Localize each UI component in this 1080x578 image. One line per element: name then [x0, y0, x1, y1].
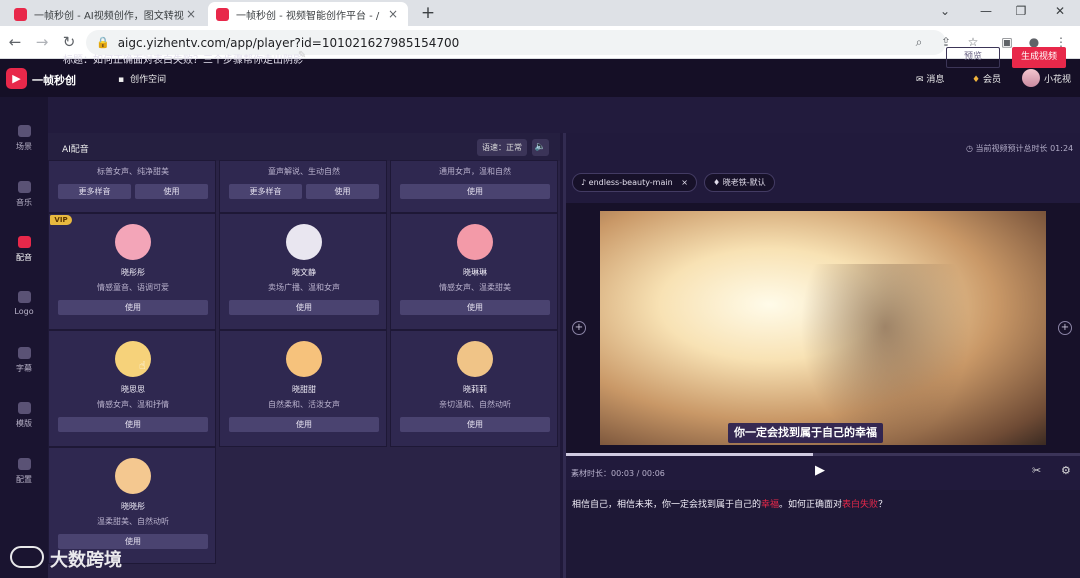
voice-card[interactable]: 晓文静 卖场广播、温和女声 使用 [219, 213, 387, 330]
new-tab-icon[interactable]: + [418, 3, 438, 23]
music-chip-label: endless-beauty-main [588, 178, 673, 187]
music-chip[interactable]: ♪ endless-beauty-main × [572, 173, 697, 192]
voice-desc: 自然柔和、活泼女声 [268, 400, 340, 409]
voice-card[interactable]: ☝ 晓思思 情感女声、温和抒情 使用 [48, 330, 216, 447]
voice-card[interactable]: 晓莉莉 亲切温和、自然动听 使用 [390, 330, 558, 447]
speed-selector[interactable]: 语速：正常 [477, 139, 527, 156]
script-keyword: 表白失败 [842, 500, 879, 510]
voice-desc: 童声解说、生动自然 [268, 167, 340, 176]
close-window-icon[interactable]: ✕ [1050, 4, 1070, 18]
voice-name: 晓甜甜 [292, 385, 316, 394]
voice-desc: 温柔甜美、自然动听 [97, 517, 169, 526]
voice-card[interactable]: 晓彤彤 情感童音、语调可爱 使用 [48, 213, 216, 330]
use-button[interactable]: 使用 [306, 184, 379, 199]
scissors-icon[interactable]: ✂ [1032, 464, 1041, 477]
voice-name: 晓彤彤 [121, 268, 145, 277]
remove-music-icon[interactable]: × [681, 178, 688, 187]
play-icon[interactable]: ▶ [815, 463, 825, 478]
voice-name: 晓文静 [292, 268, 316, 277]
material-duration: 素材时长：00:03 / 00:06 [571, 469, 665, 478]
clock-icon: ◷ [966, 144, 976, 153]
voice-avatar [457, 224, 493, 260]
use-button[interactable]: 使用 [229, 300, 379, 315]
voice-desc: 标普女声、纯净甜美 [97, 167, 169, 176]
voice-desc: 亲切温和、自然动听 [439, 400, 511, 409]
more-samples-button[interactable]: 更多样音 [229, 184, 302, 199]
script-part: 。如何正确面对 [779, 500, 843, 510]
watermark-text: 大数跨境 [50, 550, 122, 571]
site-favicon-icon [14, 7, 27, 21]
restore-icon[interactable]: ❐ [1011, 4, 1031, 18]
workspace: AI配音 语速：正常 🔈 标普女声、纯净甜美 更多样音 使用 童声解说、生动自然… [0, 59, 1080, 578]
voice-desc: 情感女声、温柔甜美 [439, 283, 511, 292]
voice-desc: 卖场广播、温和女声 [268, 283, 340, 292]
video-subtitle: 你一定会找到属于自己的幸福 [728, 423, 883, 443]
browser-tab-bar: 一帧秒创 - AI视频创作，图文转视 × 一帧秒创 - 视频智能创作平台 - /… [0, 0, 1080, 26]
voice-name: 晓晓彤 [121, 502, 145, 511]
browser-tab-1[interactable]: 一帧秒创 - AI视频创作，图文转视 × [6, 2, 206, 26]
use-button[interactable]: 使用 [58, 300, 208, 315]
watermark-logo-icon [10, 546, 44, 568]
browser-tab-2[interactable]: 一帧秒创 - 视频智能创作平台 - / × [208, 2, 408, 26]
voice-avatar [286, 341, 322, 377]
voice-name: 晓琳琳 [463, 268, 487, 277]
forward-icon[interactable]: → [33, 33, 51, 51]
script-keyword: 幸福 [761, 500, 780, 510]
voice-card[interactable]: 晓甜甜 自然柔和、活泼女声 使用 [219, 330, 387, 447]
script-part: 相信自己，相信未来，你一定会找到属于自己的 [572, 500, 762, 510]
voice-avatar [457, 341, 493, 377]
progress-fill [566, 453, 813, 456]
lock-icon: 🔒 [96, 36, 110, 49]
voice-avatar [115, 224, 151, 260]
gear-icon[interactable]: ⚙ [1061, 464, 1071, 477]
voice-name: 晓思思 [121, 385, 145, 394]
voice-chip[interactable]: ♦ 晓老铁-默认 [704, 173, 775, 192]
music-note-icon: ♪ [581, 178, 589, 187]
voice-card: 童声解说、生动自然 更多样音 使用 [219, 160, 387, 213]
close-tab-icon[interactable]: × [386, 7, 400, 21]
use-button[interactable]: 使用 [229, 417, 379, 432]
vip-badge: VIP [50, 215, 72, 225]
voice-chip-label: 晓老铁-默认 [722, 178, 766, 187]
use-button[interactable]: 使用 [58, 417, 208, 432]
script-part: ？ [878, 500, 888, 510]
use-button[interactable]: 使用 [400, 300, 550, 315]
video-couple-silhouette [800, 264, 970, 444]
voice-avatar [286, 224, 322, 260]
site-favicon-icon [216, 7, 229, 21]
estimated-duration: ◷ 当前视频预计总时长 01:24 [966, 143, 1073, 154]
use-button[interactable]: 使用 [400, 417, 550, 432]
voice-desc: 情感童音、语调可爱 [97, 283, 169, 292]
tab-title: 一帧秒创 - AI视频创作，图文转视 [34, 10, 184, 22]
more-samples-button[interactable]: 更多样音 [58, 184, 131, 199]
tab-search-icon[interactable]: ⌄ [935, 4, 955, 18]
add-before-icon[interactable]: + [572, 321, 586, 335]
voice-desc: 通用女声，温和自然 [439, 167, 511, 176]
cursor-pointer-icon: ☝ [139, 359, 146, 372]
tab-title: 一帧秒创 - 视频智能创作平台 - / [236, 10, 380, 22]
voice-card: 通用女声，温和自然 使用 [390, 160, 558, 213]
speaker-icon[interactable]: 🔈 [532, 139, 549, 156]
mic-icon: ♦ [713, 178, 723, 187]
url-text: aigc.yizhentv.com/app/player?id=10102162… [117, 35, 460, 50]
use-button[interactable]: 使用 [135, 184, 208, 199]
voice-card: 标普女声、纯净甜美 更多样音 使用 [48, 160, 216, 213]
voice-name: 晓莉莉 [463, 385, 487, 394]
back-icon[interactable]: ← [6, 33, 24, 51]
estimate-text: 当前视频预计总时长 01:24 [975, 144, 1074, 153]
add-after-icon[interactable]: + [1058, 321, 1072, 335]
minimize-icon[interactable]: — [976, 4, 996, 18]
voice-desc: 情感女声、温和抒情 [97, 400, 169, 409]
script-text[interactable]: 相信自己，相信未来，你一定会找到属于自己的幸福。如何正确面对表白失败？ [572, 497, 887, 510]
reload-icon[interactable]: ↻ [60, 33, 78, 51]
use-button[interactable]: 使用 [400, 184, 550, 199]
zoom-icon[interactable]: ⌕ [910, 30, 928, 55]
voice-avatar [115, 458, 151, 494]
close-tab-icon[interactable]: × [184, 7, 198, 21]
voice-card[interactable]: 晓琳琳 情感女声、温柔甜美 使用 [390, 213, 558, 330]
voice-panel-title: AI配音 [62, 145, 89, 155]
